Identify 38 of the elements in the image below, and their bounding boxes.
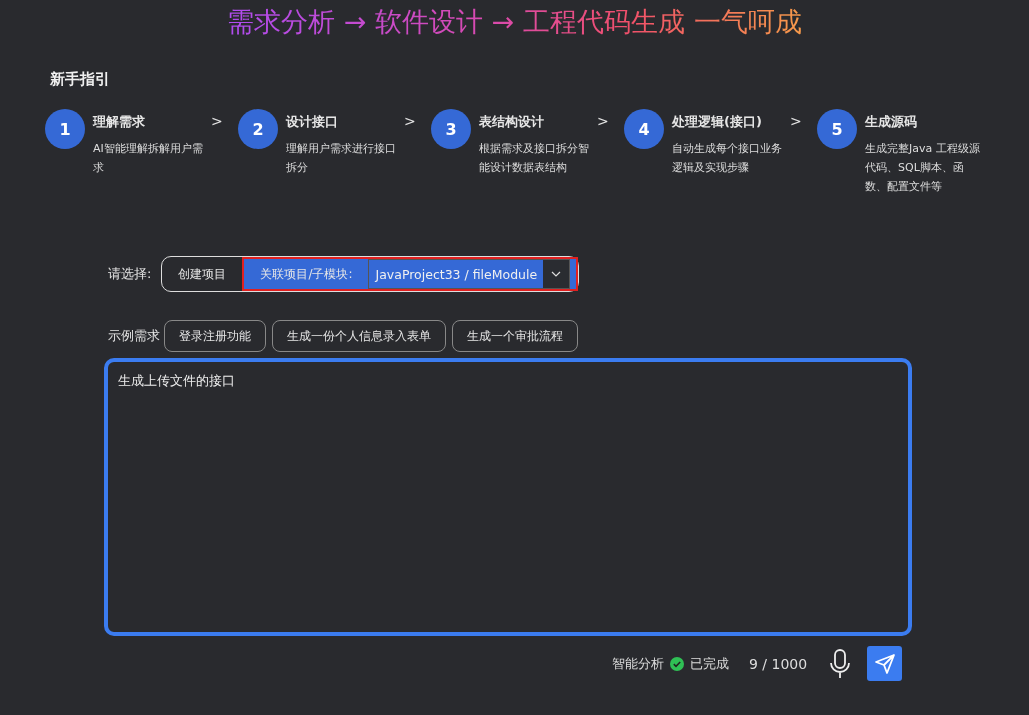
microphone-icon[interactable] <box>829 648 852 679</box>
guide-title: 新手指引 <box>50 70 111 89</box>
step-description: AI智能理解拆解用户需求 <box>93 141 204 176</box>
step-title: 理解需求 <box>93 113 146 131</box>
send-icon <box>873 652 896 675</box>
step-number: 1 <box>45 109 85 149</box>
step-title: 处理逻辑(接口) <box>672 113 763 131</box>
dropdown-button[interactable] <box>543 260 570 288</box>
step-title: 表结构设计 <box>479 113 545 131</box>
project-select-value: JavaProject33 / fileModule <box>374 266 539 282</box>
character-count: 9 / 1000 <box>749 655 808 672</box>
step-description: 根据需求及接口拆分智能设计数据表结构 <box>479 141 590 176</box>
examples-label: 示例需求 <box>108 327 160 345</box>
step-separator: > <box>597 113 610 129</box>
step-description: 自动生成每个接口业务逻辑及实现步骤 <box>672 141 783 176</box>
mode-option[interactable]: 创建项目 <box>162 257 243 291</box>
requirement-input[interactable]: 生成上传文件的接口 <box>104 358 912 636</box>
step-number: 3 <box>431 109 471 149</box>
send-button[interactable] <box>867 646 903 681</box>
step-title: 生成源码 <box>865 113 918 131</box>
step-description: 理解用户需求进行接口拆分 <box>286 141 397 176</box>
chevron-down-icon <box>551 271 562 277</box>
example-chip[interactable]: 生成一份个人信息录入表单 <box>272 320 446 352</box>
step-number: 5 <box>817 109 857 149</box>
step-number: 4 <box>624 109 664 149</box>
step-separator: > <box>211 113 224 129</box>
status-text: 已完成 <box>690 654 729 673</box>
step-separator: > <box>790 113 803 129</box>
project-select[interactable]: JavaProject33 / fileModule <box>368 259 571 289</box>
check-circle-icon <box>670 656 684 671</box>
example-chip[interactable]: 生成一个审批流程 <box>452 320 578 352</box>
step-separator: > <box>404 113 417 129</box>
analysis-label: 智能分析 <box>612 654 664 673</box>
step-number: 2 <box>238 109 278 149</box>
example-chip[interactable]: 登录注册功能 <box>164 320 266 352</box>
mode-label: 请选择: <box>108 265 152 283</box>
step-title: 设计接口 <box>286 113 339 131</box>
step-description: 生成完整Java 工程级源代码、SQL脚本、函数、配置文件等 <box>865 141 981 195</box>
